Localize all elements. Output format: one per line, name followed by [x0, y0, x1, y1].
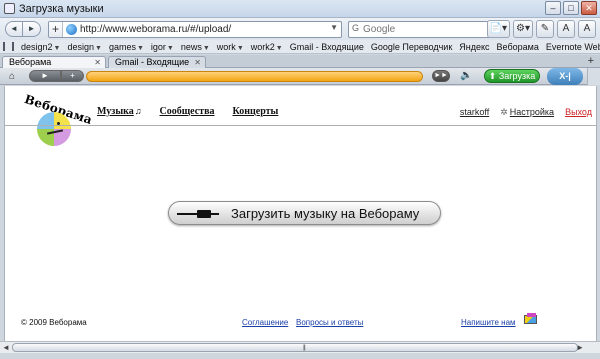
search-input[interactable]	[363, 23, 493, 36]
user-menu: starkoff ✲ Настройка Выход	[460, 107, 592, 118]
play-button[interactable]: ►	[29, 70, 61, 82]
nav-concerts[interactable]: Концерты	[232, 106, 278, 117]
gear-icon[interactable]: ⚙▾	[513, 20, 533, 38]
music-note-icon: ♫	[134, 106, 142, 116]
chevron-down-icon[interactable]: ▼	[330, 23, 338, 32]
bookmark-news[interactable]: news▼	[181, 42, 210, 52]
audio-jack-icon	[197, 210, 211, 218]
upload-music-label: Загрузить музыку на Вебораму	[231, 206, 420, 221]
tab-label: Веборама	[9, 57, 52, 67]
add-bookmark-button[interactable]: +	[49, 22, 63, 37]
site-navigation: Музыка♫ Сообщества Концерты	[97, 106, 278, 117]
bookmarks-bar: design2▼ design▼ games▼ igor▼ news▼ work…	[0, 40, 600, 54]
edit-icon[interactable]: ✎	[536, 20, 554, 38]
book-icon[interactable]	[3, 42, 5, 51]
font-larger-icon[interactable]: A	[578, 20, 596, 38]
tab-bar: Веборама ✕ Gmail - Входящие ✕ +	[0, 55, 600, 68]
site-footer: © 2009 Веборама Соглашение Вопросы и отв…	[5, 313, 596, 329]
scroll-thumb[interactable]: |||	[12, 343, 578, 352]
browser-toolbar: ◄ ► + http://www.weborama.ru/#/upload/ ▼…	[0, 18, 600, 40]
music-player-bar: ⌂ ► + ►► 🔈 ⬆ Загрузка X-|	[0, 68, 600, 85]
bookmark-design2[interactable]: design2▼	[21, 42, 60, 52]
upload-music-button[interactable]: Загрузить музыку на Вебораму	[168, 201, 441, 225]
settings-link[interactable]: ✲ Настройка	[500, 107, 554, 118]
mail-icon[interactable]	[524, 313, 537, 324]
globe-icon	[66, 24, 77, 35]
bookmark-weborama[interactable]: Веборама	[497, 42, 539, 52]
window-titlebar: Загрузка музыки – □ ✕	[0, 0, 600, 18]
toolbar-right: 📄▾ ⚙▾ ✎ A A	[486, 20, 596, 38]
close-button[interactable]: ✕	[581, 1, 597, 15]
window-title: Загрузка музыки	[19, 3, 104, 15]
web-page: Веборама Музыка♫ Сообщества Концерты sta…	[4, 86, 597, 341]
nav-buttons: ◄ ►	[5, 21, 41, 37]
bookmark-work[interactable]: work▼	[217, 42, 244, 52]
bookmark-work2[interactable]: work2▼	[251, 42, 283, 52]
tab-gmail[interactable]: Gmail - Входящие ✕	[108, 56, 206, 68]
status-bar	[0, 353, 600, 359]
gear-icon: ✲	[500, 107, 508, 117]
bookmark-yandex[interactable]: Яндекс	[459, 42, 489, 52]
progress-bar[interactable]	[86, 71, 423, 82]
window-controls: – □ ✕	[545, 1, 597, 15]
font-smaller-icon[interactable]: A	[557, 20, 575, 38]
nav-music[interactable]: Музыка♫	[97, 106, 142, 117]
maximize-button[interactable]: □	[563, 1, 579, 15]
copyright: © 2009 Веборама	[21, 318, 87, 327]
brand-button[interactable]: X-|	[547, 68, 583, 85]
scroll-right-icon[interactable]: ►	[576, 343, 584, 352]
bookmark-design[interactable]: design▼	[67, 42, 101, 52]
header-divider	[5, 125, 596, 126]
add-track-button[interactable]: +	[61, 70, 84, 82]
tab-weborama[interactable]: Веборама ✕	[2, 56, 106, 68]
minimize-button[interactable]: –	[545, 1, 561, 15]
site-logo[interactable]: Веборама	[23, 88, 94, 160]
agreement-link[interactable]: Соглашение	[242, 318, 288, 327]
close-icon[interactable]: ✕	[94, 57, 101, 68]
new-tab-button[interactable]: +	[588, 55, 594, 67]
username-link[interactable]: starkoff	[460, 107, 489, 118]
logout-link[interactable]: Выход	[565, 107, 592, 118]
close-icon[interactable]: ✕	[194, 57, 201, 68]
bookmark-games[interactable]: games▼	[109, 42, 144, 52]
bookmark-gmail[interactable]: Gmail - Входящие	[290, 42, 364, 52]
upload-button[interactable]: ⬆ Загрузка	[484, 69, 540, 83]
grid-icon[interactable]	[12, 42, 14, 51]
home-icon[interactable]: ⌂	[9, 71, 15, 82]
next-track-button[interactable]: ►►	[432, 70, 450, 82]
url-text[interactable]: http://www.weborama.ru/#/upload/	[80, 24, 231, 35]
player-controls: ► +	[29, 70, 84, 82]
scroll-left-icon[interactable]: ◄	[2, 343, 10, 352]
nav-communities[interactable]: Сообщества	[160, 106, 215, 117]
search-box[interactable]: G	[348, 21, 500, 38]
grip-icon: |||	[303, 345, 306, 351]
page-menu-icon[interactable]: 📄▾	[486, 20, 511, 38]
back-button[interactable]: ◄	[5, 21, 23, 37]
logo-face-icon	[37, 112, 71, 146]
bookmark-google-translate[interactable]: Google Переводчик	[371, 42, 452, 52]
bookmark-evernote[interactable]: Evernote Web	[546, 42, 600, 52]
faq-link[interactable]: Вопросы и ответы	[296, 318, 363, 327]
bookmark-igor[interactable]: igor▼	[151, 42, 174, 52]
browser-icon	[4, 3, 15, 14]
contact-link[interactable]: Напишите нам	[461, 318, 516, 327]
tab-label: Gmail - Входящие	[115, 57, 190, 67]
volume-icon[interactable]: 🔈	[460, 70, 472, 81]
address-bar[interactable]: + http://www.weborama.ru/#/upload/ ▼	[48, 21, 342, 38]
horizontal-scrollbar[interactable]: ◄ ||| ►	[0, 341, 600, 353]
vertical-scrollbar[interactable]	[587, 68, 600, 85]
forward-button[interactable]: ►	[23, 21, 41, 37]
